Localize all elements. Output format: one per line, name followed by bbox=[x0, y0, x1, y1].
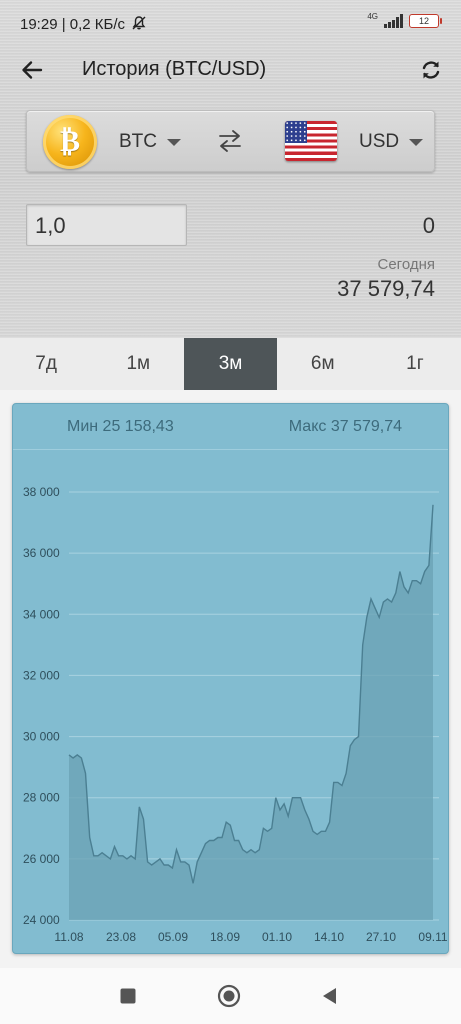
status-icons: 4G 12 bbox=[367, 11, 442, 28]
battery-level: 12 bbox=[418, 16, 429, 26]
to-currency-dropdown[interactable]: USD bbox=[359, 131, 424, 153]
x-tick-label: 18.09 bbox=[210, 930, 240, 944]
y-tick-label: 32 000 bbox=[23, 668, 60, 682]
swap-button[interactable] bbox=[217, 129, 243, 153]
history-chart: Мин 25 158,43 Макс 37 579,74 24 000 26 00… bbox=[12, 403, 449, 954]
back-button[interactable] bbox=[16, 54, 48, 86]
refresh-button[interactable] bbox=[415, 54, 447, 86]
x-tick-label: 14.10 bbox=[314, 930, 344, 944]
status-time-text: 19:29 | 0,2 КБ/с bbox=[20, 16, 126, 33]
home-button[interactable] bbox=[215, 982, 243, 1010]
today-rate: 37 579,74 bbox=[337, 276, 435, 301]
from-currency-label: BTC bbox=[119, 131, 157, 152]
bell-off-icon bbox=[132, 16, 146, 30]
x-tick-label: 05.09 bbox=[158, 930, 188, 944]
chevron-down-icon bbox=[409, 138, 424, 146]
app-bar: История (BTC/USD) bbox=[0, 42, 461, 98]
chevron-down-icon bbox=[167, 138, 181, 146]
bitcoin-icon: ₿ bbox=[43, 115, 97, 169]
area-chart: 24 000 26 000 28 000 30 000 32 000 34 000 36 0… bbox=[23, 485, 448, 944]
currency-selector: ₿ BTC USD bbox=[26, 110, 435, 172]
triangle-back-icon bbox=[323, 988, 336, 1004]
y-tick-label: 36 000 bbox=[23, 546, 60, 560]
converted-result: 0 bbox=[422, 213, 435, 238]
battery-icon: 12 bbox=[409, 14, 442, 28]
x-tick-label: 27.10 bbox=[366, 930, 396, 944]
network-type: 4G bbox=[367, 11, 378, 21]
square-icon bbox=[120, 988, 136, 1004]
status-time: 19:29 | 0,2 КБ/с bbox=[20, 15, 147, 33]
y-tick-label: 26 000 bbox=[23, 852, 60, 866]
y-tick-label: 24 000 bbox=[23, 913, 60, 927]
status-bar: 19:29 | 0,2 КБ/с 4G 12 bbox=[0, 0, 461, 42]
to-currency-label: USD bbox=[359, 131, 400, 152]
y-tick-label: 28 000 bbox=[23, 791, 60, 805]
y-tick-label: 38 000 bbox=[23, 485, 60, 499]
navigation-bar bbox=[0, 968, 461, 1024]
x-tick-label: 11.08 bbox=[54, 930, 83, 944]
arrow-left-icon bbox=[22, 61, 43, 79]
home-circle-icon bbox=[217, 984, 241, 1008]
recents-button[interactable] bbox=[114, 982, 142, 1010]
us-flag-icon bbox=[285, 121, 337, 161]
refresh-icon bbox=[422, 61, 440, 79]
tab-7д[interactable]: 7д bbox=[0, 338, 92, 390]
tab-1м[interactable]: 1м bbox=[92, 338, 184, 390]
x-tick-label: 09.11 bbox=[418, 930, 447, 944]
signal-icon bbox=[384, 14, 403, 28]
tab-1г[interactable]: 1г bbox=[369, 338, 461, 390]
back-nav-button[interactable] bbox=[316, 982, 344, 1010]
today-label: Сегодня bbox=[377, 256, 436, 273]
amount-input[interactable]: 1,0 bbox=[26, 204, 187, 246]
tab-3м[interactable]: 3м bbox=[184, 338, 277, 390]
period-tabs: 7д 1м 3м 6м 1г bbox=[0, 338, 461, 390]
swap-arrows-icon bbox=[219, 130, 241, 152]
x-tick-label: 23.08 bbox=[106, 930, 136, 944]
y-tick-label: 34 000 bbox=[23, 607, 60, 621]
page-title: История (BTC/USD) bbox=[82, 58, 267, 80]
chart-area bbox=[69, 504, 433, 920]
x-tick-label: 01.10 bbox=[262, 930, 292, 944]
y-tick-label: 30 000 bbox=[23, 730, 60, 744]
from-currency-dropdown[interactable]: BTC bbox=[119, 131, 181, 153]
tab-6м[interactable]: 6м bbox=[277, 338, 369, 390]
